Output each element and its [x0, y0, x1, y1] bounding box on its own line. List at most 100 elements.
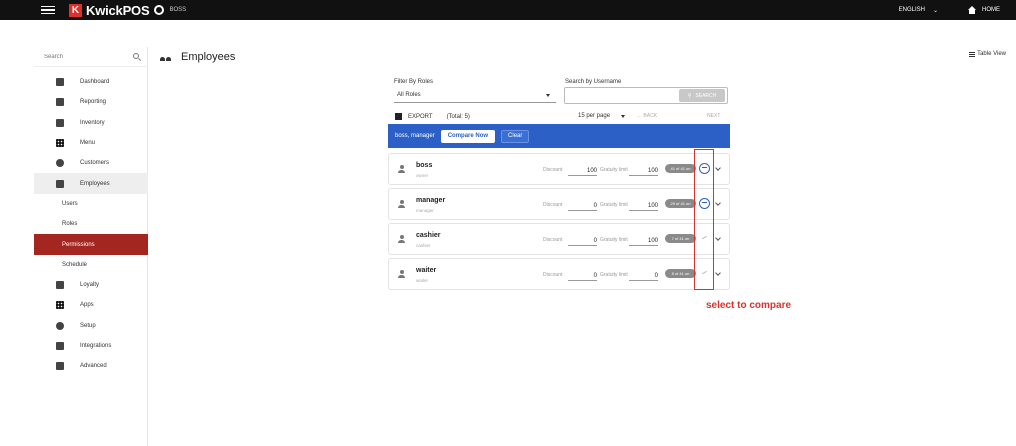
search-button[interactable]: ⚲ SEARCH	[679, 89, 725, 102]
sidebar-item-label: Reporting	[80, 99, 107, 106]
sidebar-nav: Dashboard Reporting Inventory Menu Custo…	[34, 72, 148, 376]
sidebar-search	[34, 47, 148, 67]
compare-column-highlight	[694, 149, 714, 290]
role-filter-select[interactable]: All Roles	[394, 87, 556, 103]
gratuity-input[interactable]: 100	[629, 159, 658, 176]
role-filter-value: All Roles	[397, 91, 421, 98]
table-view-icon	[969, 51, 976, 57]
language-label: ENGLISH	[898, 7, 925, 13]
next-button[interactable]: NEXT	[707, 113, 720, 119]
sidebar-item-label: Apps	[80, 302, 94, 309]
total-count: (Total: 5)	[446, 113, 470, 120]
chevron-down-icon[interactable]	[715, 270, 721, 276]
chevron-down-icon[interactable]	[715, 235, 721, 241]
employee-row[interactable]: waiter waiter Discount 0 Gratuity limit …	[388, 258, 730, 290]
home-link[interactable]: HOME	[968, 6, 1000, 14]
compare-now-button[interactable]: Compare Now	[440, 129, 496, 143]
back-button[interactable]: ← BACK	[637, 113, 657, 119]
sidebar-item-menu[interactable]: Menu	[34, 133, 148, 153]
gratuity-label: Gratuity limit	[600, 202, 628, 208]
sidebar-item-customers[interactable]: Customers	[34, 153, 148, 173]
search-icon: ⚲	[687, 92, 692, 99]
sidebar-item-roles[interactable]: Roles	[34, 214, 148, 234]
sidebar-item-label: Users	[62, 200, 78, 207]
permission-count-badge: 7 of 41 on	[665, 234, 696, 243]
gratuity-input[interactable]: 100	[629, 194, 658, 211]
chevron-down-icon[interactable]	[715, 165, 721, 171]
per-page-select[interactable]: 15 per page	[578, 113, 610, 119]
sidebar-item-advanced[interactable]: Advanced	[34, 356, 148, 376]
sidebar-item-label: Menu	[80, 140, 96, 147]
permission-count-badge: 8 of 41 on	[665, 269, 696, 278]
apps-icon	[56, 301, 64, 310]
table-view-toggle[interactable]: Table View	[969, 51, 1006, 57]
person-icon	[398, 200, 405, 208]
search-button-label: SEARCH	[695, 92, 717, 99]
sidebar-item-label: Schedule	[62, 261, 88, 268]
export-row: EXPORT (Total: 5)	[395, 113, 470, 120]
discount-input[interactable]: 0	[568, 229, 597, 246]
discount-input[interactable]: 0	[568, 264, 597, 281]
sidebar-item-loyalty[interactable]: Loyalty	[34, 275, 148, 295]
username-search-input[interactable]: ⚲ SEARCH	[564, 87, 728, 104]
page-title: Employees	[181, 51, 236, 63]
page-header: Employees	[160, 47, 235, 67]
chevron-down-icon: ⌄	[932, 7, 938, 14]
employee-row[interactable]: boss owner Discount 100 Gratuity limit 1…	[388, 153, 730, 185]
sidebar-item-users[interactable]: Users	[34, 194, 148, 214]
role-filter-label: Filter By Roles	[394, 79, 434, 85]
language-selector[interactable]: ENGLISH ⌄	[899, 7, 938, 14]
brand-name: KwickPOS	[86, 2, 150, 18]
sidebar-item-label: Advanced	[80, 363, 107, 370]
permission-count-badge: 29 of 41 on	[665, 199, 696, 208]
employee-name: cashier	[416, 232, 441, 239]
sidebar-item-integrations[interactable]: Integrations	[34, 336, 148, 356]
chevron-down-icon	[546, 94, 550, 97]
employee-role: manager	[416, 208, 434, 213]
employee-role: owner	[416, 173, 429, 178]
employees-icon	[160, 53, 172, 61]
sidebar-item-dashboard[interactable]: Dashboard	[34, 72, 148, 92]
pagination: 15 per page ← BACK NEXT	[578, 113, 720, 119]
sidebar-search-input[interactable]	[44, 53, 134, 60]
sidebar-item-label: Employees	[80, 180, 110, 187]
user-account-icon[interactable]	[154, 5, 165, 15]
integrations-icon	[56, 342, 64, 350]
hamburger-menu-icon[interactable]	[41, 5, 55, 15]
sidebar-item-label: Inventory	[80, 119, 105, 126]
export-link[interactable]: EXPORT	[408, 114, 433, 120]
clear-button[interactable]: Clear	[501, 129, 530, 143]
sidebar-item-label: Loyalty	[80, 282, 100, 289]
search-icon[interactable]	[133, 53, 139, 59]
compare-bar: boss, manager Compare Now Clear	[388, 124, 730, 148]
chevron-down-icon	[621, 114, 626, 118]
employee-row[interactable]: cashier cashier Discount 0 Gratuity limi…	[388, 223, 730, 255]
permission-count-badge: 41 of 41 on	[665, 164, 696, 173]
gratuity-input[interactable]: 0	[629, 264, 658, 281]
inventory-icon	[56, 118, 64, 127]
select-all-checkbox[interactable]	[395, 113, 402, 120]
discount-label: Discount	[543, 237, 563, 243]
discount-input[interactable]: 100	[568, 159, 597, 176]
sidebar-item-schedule[interactable]: Schedule	[34, 255, 148, 275]
sidebar-item-label: Integrations	[80, 343, 112, 349]
gratuity-input[interactable]: 100	[629, 229, 658, 246]
employee-row[interactable]: manager manager Discount 0 Gratuity limi…	[388, 188, 730, 220]
sidebar-item-apps[interactable]: Apps	[34, 295, 148, 315]
username-search-label: Search by Username	[565, 79, 622, 85]
annotation-text: select to compare	[706, 300, 792, 311]
person-icon	[398, 165, 405, 173]
sidebar-item-reporting[interactable]: Reporting	[34, 92, 148, 112]
reporting-icon	[56, 98, 64, 107]
sidebar-item-inventory[interactable]: Inventory	[34, 113, 148, 133]
advanced-icon	[56, 362, 64, 371]
sidebar-item-employees[interactable]: Employees	[34, 173, 148, 194]
sidebar-item-setup[interactable]: Setup	[34, 316, 148, 336]
kwickpos-logo-icon: K	[69, 3, 82, 17]
chevron-down-icon[interactable]	[715, 200, 721, 206]
sidebar-item-permissions[interactable]: Permissions	[34, 234, 148, 255]
customers-icon	[56, 159, 64, 168]
discount-input[interactable]: 0	[568, 194, 597, 211]
employee-name: manager	[416, 197, 446, 204]
table-view-label: Table View	[977, 51, 1006, 57]
